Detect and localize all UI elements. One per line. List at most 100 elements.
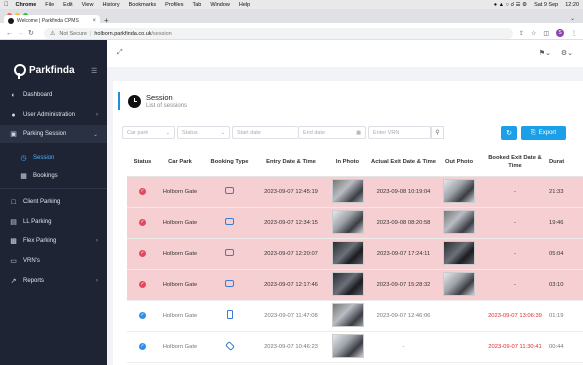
out-photo-thumbnail[interactable] (443, 209, 475, 234)
in-photo-thumbnail[interactable] (331, 178, 364, 203)
url-bar[interactable]: ⚠ Not Secure | holborn.parkfinda.co.uk/s… (44, 28, 513, 39)
brand-name: Parkfinda (29, 64, 75, 76)
col-car-park[interactable]: Car Park (158, 148, 202, 177)
refresh-icon: ↻ (506, 130, 512, 137)
status-select[interactable]: Status ⌄ (177, 126, 230, 139)
search-icon: ⚲ (435, 130, 440, 136)
table-row[interactable]: ✓ Holborn Gate 2023-09-07 12:17:46 2023-… (127, 269, 583, 301)
col-booked-exit[interactable]: Booked Exit Date & Time (481, 148, 549, 177)
menu-toggle-icon[interactable]: ☰ (91, 67, 97, 75)
sidebar-item-reports[interactable]: ↗ Reports › (0, 272, 107, 290)
start-date-input[interactable]: Start date (232, 126, 298, 139)
col-actual-exit[interactable]: Actual Exit Date & Time (370, 148, 437, 177)
sidebar-item-dashboard[interactable]: ◐ Dashboard (0, 86, 107, 104)
col-entry[interactable]: Entry Date & Time (257, 148, 325, 177)
refresh-button[interactable]: ↻ (501, 126, 517, 140)
sidebar-item-user-administration[interactable]: ● User Administration › (0, 106, 107, 124)
vrn-search-input[interactable]: Enter VRN (368, 126, 431, 139)
menu-profiles[interactable]: Profiles (165, 2, 183, 8)
sidebar-item-ll-parking[interactable]: ▤ LL Parking (0, 213, 107, 231)
chevron-down-icon: ⌄ (92, 131, 98, 138)
tab-title: Welcome | Parkfinda CPMS (17, 18, 79, 24)
in-photo-thumbnail[interactable] (331, 302, 364, 327)
chevron-right-icon: › (96, 278, 98, 284)
sidebar-item-label: Flex Parking (23, 238, 57, 244)
parkfinda-logo-icon (14, 64, 26, 79)
menu-tab[interactable]: Tab (192, 2, 201, 8)
table-row[interactable]: ✓ Holborn Gate 2023-09-07 12:45:19 2023-… (127, 176, 583, 208)
browser-tab[interactable]: Welcome | Parkfinda CPMS × (4, 15, 100, 27)
brand-logo[interactable]: Parkfinda (14, 64, 75, 79)
sidebar-item-label: Session (33, 155, 55, 161)
share-icon[interactable]: ⇪ (519, 30, 524, 37)
sidebar-item-bookings[interactable]: ▦ Bookings (0, 167, 107, 185)
in-photo-thumbnail[interactable] (331, 271, 364, 296)
export-button[interactable]: ⎘ Export (521, 126, 566, 140)
search-button[interactable]: ⚲ (431, 126, 444, 139)
sidebar-item-flex-parking[interactable]: ▩ Flex Parking › (0, 232, 107, 250)
apple-icon[interactable]:  (4, 2, 9, 8)
menu-file[interactable]: File (45, 2, 54, 8)
macos-menubar:  Chrome File Edit View History Bookmark… (0, 0, 583, 9)
tab-search-icon[interactable]: ⌄ (570, 15, 575, 22)
status-ok-icon: ✓ (139, 312, 146, 319)
out-photo-thumbnail[interactable] (443, 178, 475, 203)
col-duration[interactable]: Durat (549, 148, 583, 177)
sidebar-item-vrns[interactable]: ▭ VRN's (0, 252, 107, 270)
sidepanel-icon[interactable]: ◫ (543, 30, 549, 37)
menu-view[interactable]: View (82, 2, 94, 8)
dashboard-icon: ◐ (11, 91, 16, 99)
settings-gear-icon[interactable]: ⚙⌄ (561, 49, 573, 57)
export-icon: ⎘ (530, 129, 536, 136)
table-row[interactable]: ✓ Holborn Gate 2023-09-07 11:47:08 2023-… (127, 300, 583, 332)
in-photo-thumbnail[interactable] (331, 209, 364, 234)
out-photo-thumbnail[interactable] (443, 271, 475, 296)
topbar: ⤢ ⚑⌄ ⚙⌄ (107, 40, 583, 67)
more-icon[interactable]: ⋮ (571, 30, 577, 37)
col-status[interactable]: Status (127, 148, 158, 177)
status-icons[interactable]: ● ▲ ○ ☌ ☰ ⚙ (494, 2, 527, 8)
status-alert-icon: ✓ (139, 250, 146, 257)
menu-help[interactable]: Help (239, 2, 250, 8)
sidebar-item-label: Client Parking (23, 199, 61, 205)
col-out-photo[interactable]: Out Photo (437, 148, 481, 177)
menu-bookmarks[interactable]: Bookmarks (129, 2, 157, 8)
table-row[interactable]: ✓ Holborn Gate 2023-09-07 10:46:23 - 202… (127, 331, 583, 363)
col-booking-type[interactable]: Booking Type (202, 148, 257, 177)
forward-icon[interactable]: → (17, 30, 24, 37)
sidebar-item-session[interactable]: ◷ Session (0, 149, 107, 167)
status-ok-icon: ✓ (139, 343, 146, 350)
close-tab-icon[interactable]: × (92, 18, 96, 24)
menu-history[interactable]: History (102, 2, 119, 8)
car-park-select[interactable]: Car park ⌄ (122, 126, 175, 139)
sidebar-item-client-parking[interactable]: □ Client Parking (0, 193, 107, 211)
menu-edit[interactable]: Edit (63, 2, 72, 8)
bookmark-star-icon[interactable]: ☆ (531, 30, 536, 37)
profile-avatar[interactable]: S (556, 29, 564, 37)
briefcase-icon: ▣ (10, 131, 17, 138)
sidebar-item-parking-session[interactable]: ▣ Parking Session ⌄ (0, 125, 107, 143)
phone-icon (226, 310, 233, 319)
chevron-right-icon: › (96, 112, 98, 118)
fullscreen-icon[interactable]: ⤢ (117, 49, 123, 57)
warning-icon[interactable]: ⚠ (50, 30, 55, 37)
sidebar-item-label: Parking Session (23, 131, 67, 137)
reload-icon[interactable]: ↻ (28, 29, 34, 37)
chevron-right-icon: › (96, 238, 98, 244)
end-date-input[interactable]: End date ▦ (298, 126, 366, 139)
menu-window[interactable]: Window (210, 2, 230, 8)
back-icon[interactable]: ← (6, 30, 13, 37)
car-icon (225, 218, 234, 225)
out-photo-thumbnail[interactable] (443, 240, 475, 265)
favicon-icon (8, 18, 14, 24)
in-photo-thumbnail[interactable] (331, 333, 364, 358)
notification-bell-icon[interactable]: ⚑⌄ (539, 49, 551, 57)
menu-chrome[interactable]: Chrome (16, 2, 37, 8)
page-subtitle: List of sessions (146, 103, 188, 109)
sidebar-item-label: Dashboard (23, 92, 53, 98)
col-in-photo[interactable]: In Photo (325, 148, 370, 177)
table-row[interactable]: ✓ Holborn Gate 2023-09-07 12:20:07 2023-… (127, 238, 583, 270)
table-row[interactable]: ✓ Holborn Gate 2023-09-07 12:34:15 2023-… (127, 207, 583, 239)
new-tab-icon[interactable]: + (104, 16, 109, 25)
in-photo-thumbnail[interactable] (331, 240, 364, 265)
